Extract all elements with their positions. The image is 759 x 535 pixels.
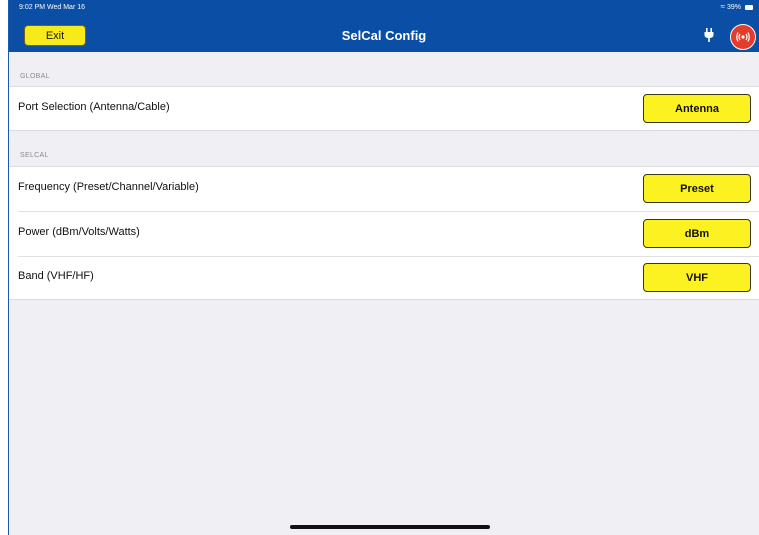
navigation-bar: 9:02 PM Wed Mar 16 ≈ 39% Exit SelCal Con… <box>9 0 759 52</box>
selcal-group: Frequency (Preset/Channel/Variable) Pres… <box>9 166 759 300</box>
global-group: Port Selection (Antenna/Cable) Antenna <box>9 86 759 131</box>
section-header-selcal: SELCAL <box>9 149 759 163</box>
band-button[interactable]: VHF <box>643 263 751 292</box>
radio-transmit-icon[interactable] <box>730 24 756 50</box>
power-label: Power (dBm/Volts/Watts) <box>18 226 140 238</box>
home-indicator[interactable] <box>290 525 490 529</box>
section-header-global: GLOBAL <box>9 70 759 84</box>
battery-percentage: 39% <box>726 3 741 11</box>
port-selection-label: Port Selection (Antenna/Cable) <box>18 101 170 113</box>
band-label: Band (VHF/HF) <box>18 270 94 282</box>
setting-row-power: Power (dBm/Volts/Watts) dBm <box>9 212 759 256</box>
app-frame: 9:02 PM Wed Mar 16 ≈ 39% Exit SelCal Con… <box>0 0 759 535</box>
battery-icon <box>745 4 753 10</box>
section-header-label: GLOBAL <box>20 73 50 80</box>
plug-icon[interactable] <box>703 27 715 43</box>
page-title: SelCal Config <box>341 28 427 43</box>
wifi-icon: ≈ <box>720 2 725 11</box>
setting-row-port-selection: Port Selection (Antenna/Cable) Antenna <box>9 87 759 131</box>
port-selection-button[interactable]: Antenna <box>643 94 751 123</box>
setting-row-band: Band (VHF/HF) VHF <box>9 256 759 300</box>
status-indicators: ≈ 39% <box>721 3 753 11</box>
frequency-label: Frequency (Preset/Channel/Variable) <box>18 181 199 193</box>
status-time: 9:02 PM Wed Mar 16 <box>19 4 86 11</box>
power-button[interactable]: dBm <box>643 219 751 248</box>
frequency-button[interactable]: Preset <box>643 174 751 203</box>
section-header-label: SELCAL <box>20 152 49 159</box>
setting-row-frequency: Frequency (Preset/Channel/Variable) Pres… <box>9 167 759 211</box>
screen: 9:02 PM Wed Mar 16 ≈ 39% Exit SelCal Con… <box>9 0 759 535</box>
